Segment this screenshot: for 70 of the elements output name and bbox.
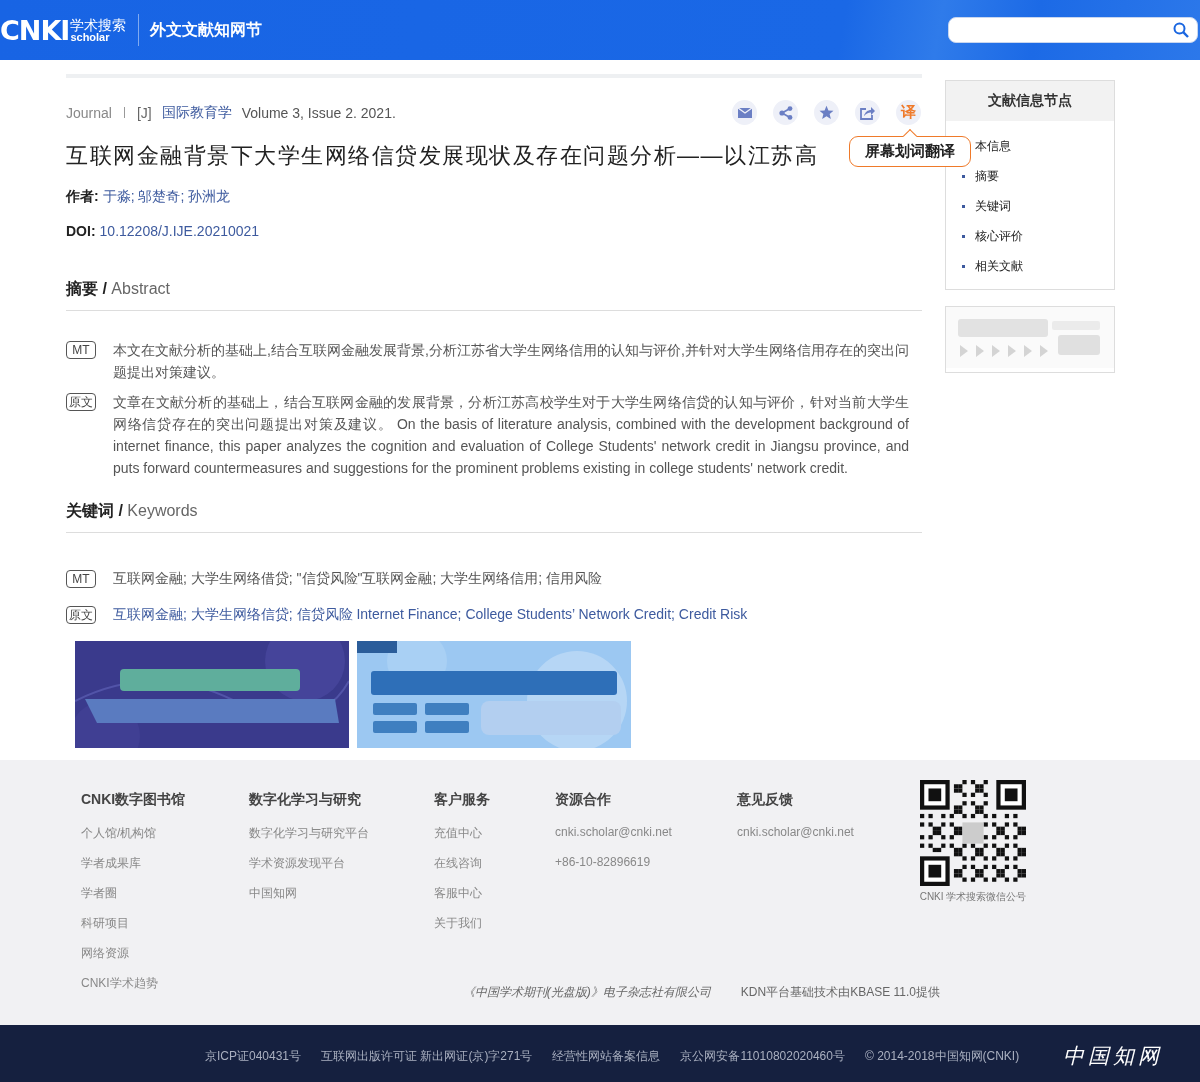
footer-link[interactable]: 京ICP证040431号: [205, 1047, 302, 1065]
keywords-link[interactable]: 互联网金融; 大学生网络信贷; 信贷风险 Internet Finance; College Students’ Network Credit; Credit Risk: [113, 603, 909, 625]
footer-heading: 客户服务: [434, 791, 491, 809]
footer-link[interactable]: 经营性网站备案信息: [552, 1047, 661, 1065]
footer-heading: CNKI数字图书馆: [81, 791, 187, 809]
share-icon: [778, 105, 793, 120]
logo-text: 学术搜索: [70, 17, 127, 32]
site-logo: 中国知网: [1063, 1043, 1164, 1070]
abstract-text: 本文在文献分析的基础上,结合互联网金融发展背景,分析江苏省大学生网络信用的认知与评价,并针对大学生网络信用存在的突出问题提出对策建议。: [113, 341, 909, 382]
footer-link[interactable]: 客服中心: [434, 885, 555, 915]
source-tag: 原文: [66, 606, 96, 624]
footer-link[interactable]: cnki.scholar@cnki.net: [737, 825, 920, 855]
doi-label: DOI:: [66, 223, 96, 239]
star-icon: [819, 105, 834, 120]
export-button[interactable]: [855, 100, 880, 125]
search-field[interactable]: [948, 17, 1198, 43]
abstract-text: 文章在文献分析的基础上，结合互联网金融的发展背景，分析江苏高校学生对于大学生网络信贷的认知与评价，针对当前大学生网络信贷存在的突出问题提出对策及建议。 On the basis of literature analysis, combined with the development background of internet finance, this paper analyzes the cognition and evaluation of College Students' network credit in Jiangsu province, and puts forward countermeasures and suggestions for the prominent problems existing in college students' network credit.: [113, 393, 909, 478]
footer-link[interactable]: 学者成果库: [81, 855, 249, 885]
tooltip: 屏幕划词翻译: [849, 129, 971, 167]
footer-heading: 意见反馈: [737, 791, 794, 809]
logo-mark: CNKI: [0, 14, 70, 46]
footer-link[interactable]: 互联网出版许可证 新出网证(京)字271号: [321, 1047, 533, 1065]
keywords-text: 互联网金融; 大学生网络借贷; "信贷风险"互联网金融; 大学生网络信用; 信用风险: [113, 569, 604, 588]
footer-link[interactable]: 关于我们: [434, 915, 555, 945]
footer-link[interactable]: 京公网安备11010802020460号: [680, 1047, 845, 1065]
footer-link[interactable]: 科研项目: [81, 915, 249, 945]
site-title: 外文文献知网节: [150, 19, 263, 40]
export-icon: [860, 105, 875, 120]
footer-link[interactable]: cnki.scholar@cnki.net: [555, 825, 737, 855]
nav-link[interactable]: 本信息: [975, 137, 1011, 155]
section-heading: 关键词 / Keywords: [66, 501, 922, 533]
footer-link[interactable]: 个人馆/机构馆: [81, 825, 249, 855]
source-tag: MT: [66, 341, 96, 359]
source-tag: MT: [66, 570, 96, 588]
search-icon[interactable]: [1173, 22, 1189, 38]
footer-link[interactable]: 充值中心: [434, 825, 555, 855]
publication-type: Journal: [66, 104, 112, 121]
footer-link[interactable]: 网络资源: [81, 945, 249, 975]
publication-code: [J]: [136, 104, 152, 121]
panel-title: 文献信息节点: [946, 81, 1114, 121]
footer-link[interactable]: 学者圈: [81, 885, 249, 915]
footer-link[interactable]: 学术资源发现平台: [249, 855, 434, 885]
qr-caption: CNKI 学术搜索微信公号: [919, 890, 1027, 904]
source-tag: 原文: [66, 393, 96, 411]
authors-link[interactable]: 于淼; 邬楚奇; 孙洲龙: [102, 188, 231, 206]
section-heading: 摘要 / Abstract: [66, 279, 922, 311]
footer-heading: 资源合作: [555, 791, 612, 809]
authors-label: 作者:: [66, 188, 99, 206]
share-button[interactable]: [773, 100, 798, 125]
star-button[interactable]: [814, 100, 839, 125]
footer-heading: 数字化学习与研究: [249, 791, 362, 809]
nav-link[interactable]: 摘要: [975, 167, 999, 185]
footer-link[interactable]: 中国知网: [249, 885, 434, 915]
credit-text: KDN平台基础技术由KBASE 11.0提供: [740, 984, 940, 1001]
footer-link[interactable]: © 2014-2018中国知网(CNKI): [864, 1047, 1020, 1065]
nav-link[interactable]: 相关文献: [975, 257, 1023, 275]
mail-icon: [737, 107, 752, 118]
footer-link[interactable]: 数字化学习与研究平台: [249, 825, 434, 855]
article-title: 互联网金融背景下大学生网络信贷发展现状及存在问题分析——以江苏高: [66, 142, 818, 170]
nav-link[interactable]: 核心评价: [975, 227, 1023, 245]
volume-info: Volume 3, Issue 2. 2021.: [241, 104, 396, 121]
footer-link[interactable]: 在线咨询: [434, 855, 555, 885]
doi-link[interactable]: 10.12208/J.IJE.20210021: [99, 223, 260, 239]
credit-text: 《中国学术期刊(光盘版)》电子杂志社有限公司: [462, 984, 711, 1001]
nav-link[interactable]: 关键词: [975, 197, 1011, 215]
footer-link[interactable]: CNKI学术趋势: [81, 975, 249, 1005]
footer-link[interactable]: +86-10-82896619: [555, 855, 737, 885]
mail-button[interactable]: [732, 100, 757, 125]
journal-link[interactable]: 国际教育学: [161, 103, 232, 122]
logo-subtext: scholar: [70, 31, 111, 43]
